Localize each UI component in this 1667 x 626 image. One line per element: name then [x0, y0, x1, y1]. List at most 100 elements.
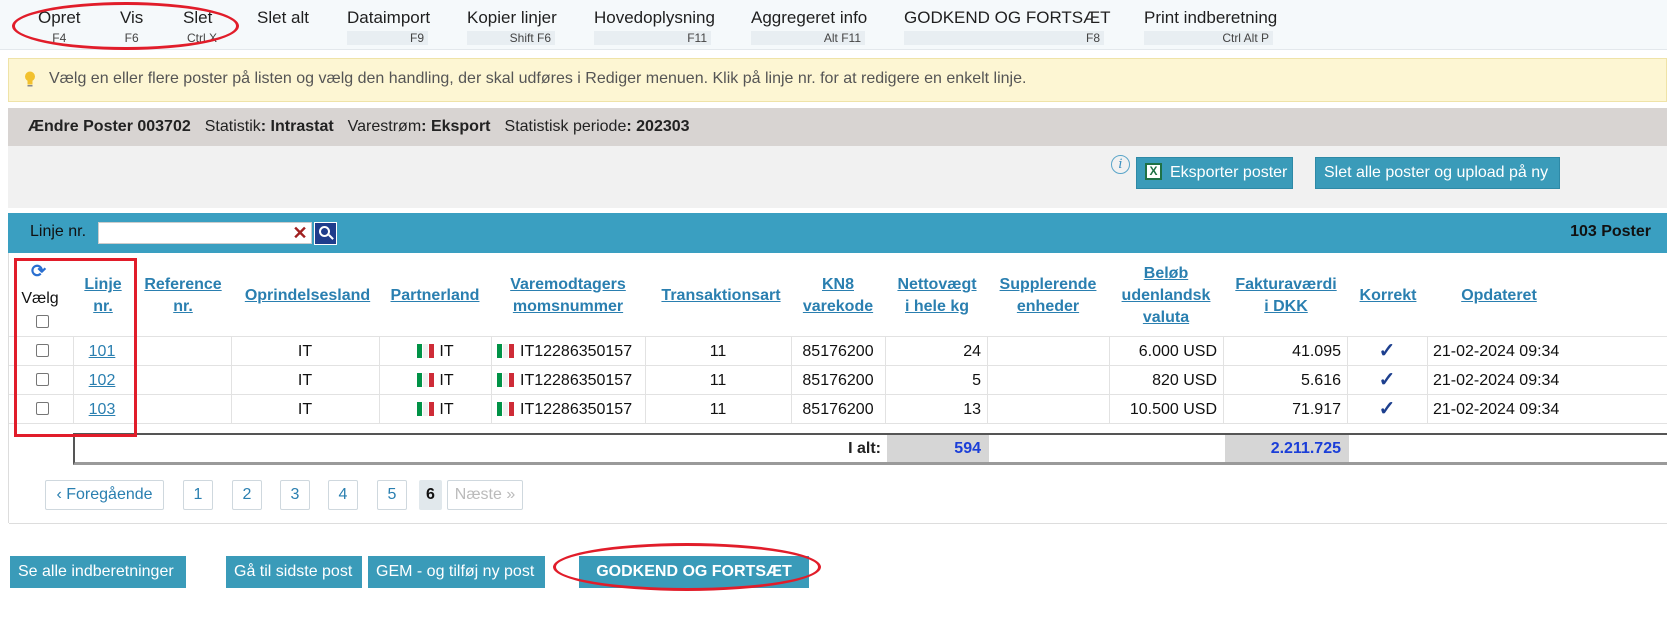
faktura-cell: 41.095 — [1292, 343, 1341, 360]
toolbar-aggregeret-info[interactable]: Aggregeret info Alt F11 — [751, 8, 867, 45]
italy-flag-icon — [416, 397, 435, 416]
toolbar-godkend[interactable]: GODKEND OG FORTSÆT F8 — [904, 8, 1111, 45]
italy-flag-icon — [416, 339, 435, 358]
clear-icon[interactable]: ✕ — [291, 222, 309, 244]
transaktionsart-cell: 11 — [709, 401, 727, 418]
col-kn8-varekode[interactable]: KN8 varekode — [793, 274, 883, 318]
belob-cell: 10.500 USD — [1129, 401, 1217, 418]
goto-last-post-button[interactable]: Gå til sidste post — [226, 556, 362, 588]
toolbar-hovedoplysning[interactable]: Hovedoplysning F11 — [594, 8, 715, 45]
record-count: 103 Poster — [1570, 223, 1651, 240]
checkmark-icon: ✓ — [1378, 340, 1396, 362]
col-nettovaegt[interactable]: Nettovægt i hele kg — [887, 274, 987, 318]
varestrom-label: Varestrøm — [347, 118, 422, 135]
toolbar-vis[interactable]: Vis F6 — [120, 8, 143, 45]
transaktionsart-cell: 11 — [709, 372, 727, 389]
faktura-cell: 71.917 — [1292, 401, 1341, 418]
save-add-new-button[interactable]: GEM - og tilføj ny post — [368, 556, 545, 588]
moms-cell: IT12286350157 — [497, 395, 645, 424]
select-all-checkbox[interactable] — [36, 315, 49, 328]
col-transaktionsart[interactable]: Transaktionsart — [649, 285, 793, 307]
line-number-input[interactable] — [98, 222, 312, 244]
oprindelsesland-cell: IT — [297, 401, 313, 418]
linje-link[interactable]: 102 — [73, 366, 131, 395]
col-oprindelsesland[interactable]: Oprindelsesland — [235, 285, 380, 307]
statistik-value: Intrastat — [270, 118, 334, 135]
col-supplerende-enheder[interactable]: Supplerende enheder — [989, 274, 1107, 318]
periode-value: 202303 — [636, 118, 690, 135]
nettovaegt-cell: 24 — [963, 343, 981, 360]
partnerland-cell: IT — [379, 337, 491, 366]
linje-link[interactable]: 101 — [73, 337, 131, 366]
prev-page-button[interactable]: ‹ Foregående — [45, 480, 164, 510]
row-checkbox[interactable] — [36, 373, 49, 386]
toolbar-kopier-linjer[interactable]: Kopier linjer Shift F6 — [467, 8, 557, 45]
toolbar-vis-label: Vis — [120, 8, 144, 27]
filter-label: Linje nr. — [30, 223, 87, 240]
export-button-label: Eksporter poster — [1170, 164, 1288, 181]
oprindelsesland-cell: IT — [297, 343, 313, 360]
row-checkbox[interactable] — [36, 344, 49, 357]
italy-flag-icon — [497, 339, 516, 358]
info-icon[interactable]: i — [1111, 155, 1130, 174]
checkmark-icon: ✓ — [1378, 369, 1396, 391]
report-header: Ændre Poster 003702 Statistik: Intrastat V… — [8, 108, 1667, 146]
supplerende-cell — [987, 395, 1103, 424]
col-opdateret[interactable]: Opdateret — [1429, 285, 1569, 307]
toolbar-opret[interactable]: Opret F4 — [38, 8, 81, 45]
page-1-button[interactable]: 1 — [183, 480, 213, 510]
refresh-icon[interactable]: ⟳ — [31, 261, 46, 282]
total-nettovaegt: 594 — [887, 435, 989, 462]
oprindelsesland-cell: IT — [297, 372, 313, 389]
see-all-reports-button[interactable]: Se alle indberetninger — [10, 556, 186, 588]
export-button[interactable]: Eksporter poster — [1136, 157, 1293, 189]
checkmark-icon: ✓ — [1378, 398, 1396, 420]
toolbar-slet-label: Slet — [183, 8, 213, 27]
toolbar-opret-shortcut: F4 — [52, 31, 67, 45]
page-4-button[interactable]: 4 — [328, 480, 358, 510]
italy-flag-icon — [497, 397, 516, 416]
toolbar: Opret F4 Vis F6 Slet Ctrl X Slet alt Dat… — [0, 0, 1667, 50]
toolbar-slet-alt[interactable]: Slet alt — [257, 8, 309, 28]
toolbar-hovedoplysning-label: Hovedoplysning — [594, 8, 715, 27]
toolbar-aggregeret-info-shortcut: Alt F11 — [751, 31, 865, 45]
toolbar-aggregeret-info-label: Aggregeret info — [751, 8, 868, 27]
col-linje-nr[interactable]: Linje nr. — [75, 274, 131, 318]
kn8-cell: 85176200 — [802, 343, 874, 360]
reference-cell — [137, 366, 229, 395]
search-button[interactable] — [314, 222, 337, 245]
col-reference-nr[interactable]: Reference nr. — [137, 274, 229, 318]
col-partnerland[interactable]: Partnerland — [381, 285, 489, 307]
lightbulb-icon — [25, 71, 35, 87]
total-row: I alt: 594 2.211.725 — [73, 433, 1667, 465]
moms-cell: IT12286350157 — [497, 337, 645, 366]
report-title: Ændre Poster 003702 — [28, 118, 191, 135]
toolbar-print[interactable]: Print indberetning Ctrl Alt P — [1144, 8, 1277, 45]
col-korrekt[interactable]: Korrekt — [1349, 285, 1427, 307]
toolbar-print-label: Print indberetning — [1144, 8, 1278, 27]
reference-cell — [137, 395, 229, 424]
page-2-button[interactable]: 2 — [232, 480, 262, 510]
toolbar-kopier-linjer-shortcut: Shift F6 — [467, 31, 555, 45]
col-fakturavaerdi[interactable]: Fakturaværdi i DKK — [1225, 274, 1347, 318]
statistik-label: Statistik — [204, 118, 261, 135]
page-5-button[interactable]: 5 — [377, 480, 407, 510]
delete-all-upload-button[interactable]: Slet alle poster og upload på ny — [1315, 157, 1560, 189]
toolbar-dataimport-shortcut: F9 — [347, 31, 428, 45]
partnerland-cell: IT — [379, 395, 491, 424]
toolbar-godkend-shortcut: F8 — [904, 31, 1104, 45]
page-3-button[interactable]: 3 — [280, 480, 310, 510]
varestrom-value: Eksport — [430, 118, 491, 135]
toolbar-slet[interactable]: Slet Ctrl X — [183, 8, 221, 45]
linje-link[interactable]: 103 — [73, 395, 131, 424]
kn8-cell: 85176200 — [802, 401, 874, 418]
approve-continue-button[interactable]: GODKEND OG FORTSÆT — [579, 556, 809, 588]
toolbar-opret-label: Opret — [38, 8, 81, 27]
row-checkbox[interactable] — [36, 402, 49, 415]
faktura-cell: 5.616 — [1300, 372, 1341, 389]
col-varemodtagers-momsnummer[interactable]: Varemodtagers momsnummer — [493, 274, 643, 318]
info-banner: Vælg en eller flere poster på listen og … — [8, 58, 1667, 102]
toolbar-slet-alt-label: Slet alt — [257, 8, 309, 27]
col-belob-udenlandsk-valuta[interactable]: Beløb udenlandsk valuta — [1109, 263, 1223, 329]
toolbar-dataimport[interactable]: Dataimport F9 — [347, 8, 430, 45]
